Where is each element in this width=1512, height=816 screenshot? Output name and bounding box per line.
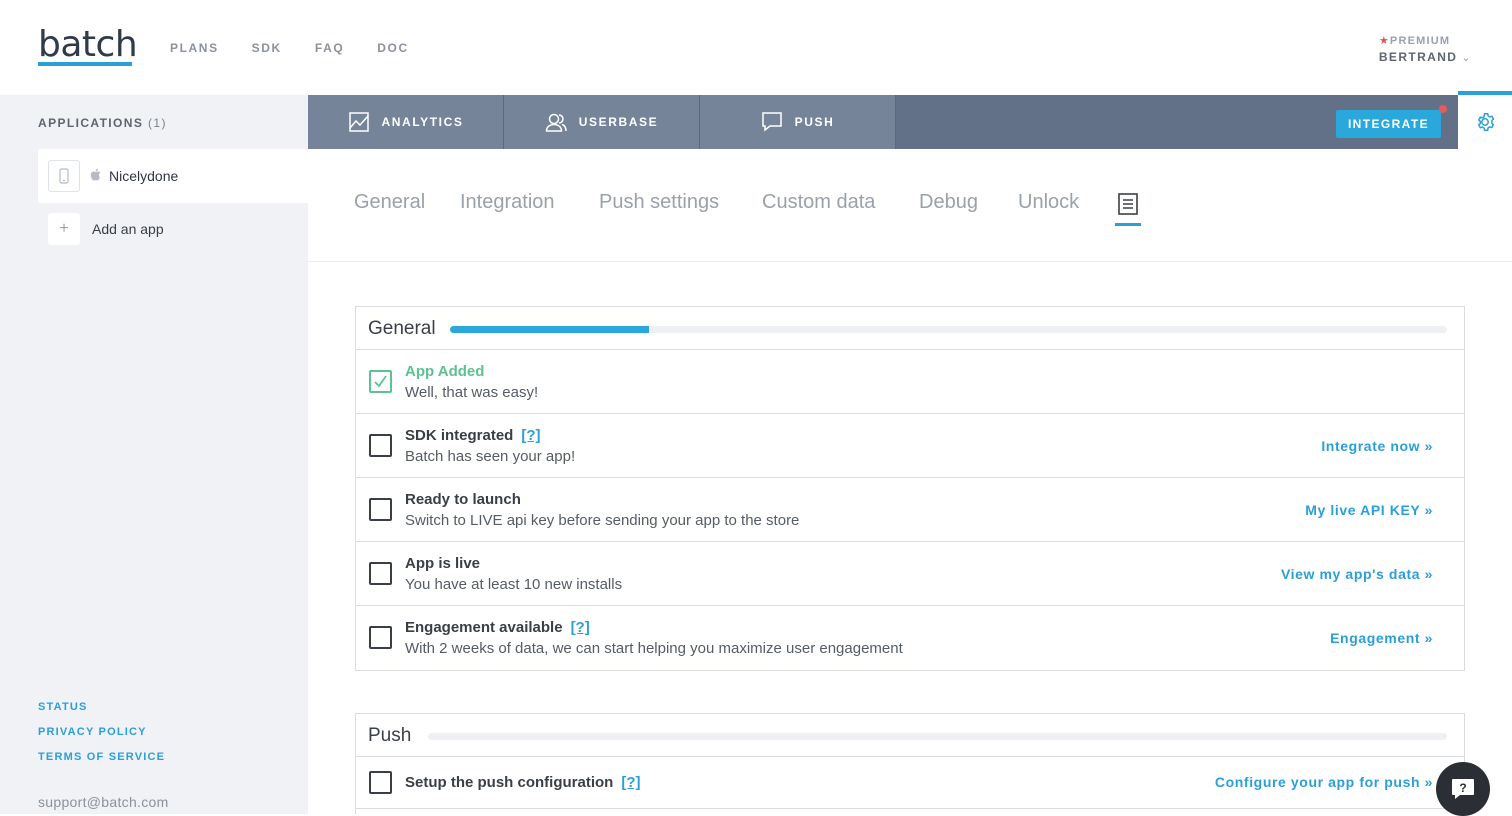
gear-icon xyxy=(1477,113,1495,131)
top-nav: PLANS SDK FAQ DOC xyxy=(170,41,409,55)
row-title: Engagement available xyxy=(405,619,563,636)
integrate-now-link[interactable]: Integrate now » xyxy=(1321,438,1433,454)
row-title: App is live xyxy=(405,555,481,572)
nav-faq[interactable]: FAQ xyxy=(315,41,344,55)
checkbox[interactable] xyxy=(369,562,392,585)
user-name: BERTRAND xyxy=(1378,50,1458,64)
help-chat-button[interactable]: ? xyxy=(1436,762,1490,816)
checklist-icon[interactable] xyxy=(1116,193,1140,215)
terms-of-service-link[interactable]: TERMS OF SERVICE xyxy=(38,751,165,763)
top-header: batch PLANS SDK FAQ DOC ★PREMIUM BERTRAN… xyxy=(0,0,1512,95)
nav-plans[interactable]: PLANS xyxy=(170,41,219,55)
svg-text:?: ? xyxy=(1459,781,1466,795)
row-description: You have at least 10 new installs xyxy=(405,576,623,593)
row-description: With 2 weeks of data, we can start helpi… xyxy=(405,640,903,657)
general-card-header: General xyxy=(356,307,1464,350)
list-item: App is live You have at least 10 new ins… xyxy=(356,542,1464,606)
engagement-link[interactable]: Engagement » xyxy=(1330,630,1433,646)
help-link[interactable]: [?] xyxy=(621,774,640,791)
apple-icon xyxy=(90,168,101,184)
plan-badge: PREMIUM xyxy=(1389,35,1451,47)
main-nav: ANALYTICS USERBASE PUSH INTEGRATE xyxy=(308,95,1458,149)
checkbox[interactable] xyxy=(369,434,392,457)
applications-count: (1) xyxy=(147,116,167,130)
tab-push[interactable]: PUSH xyxy=(700,95,896,149)
app-name: Nicelydone xyxy=(109,168,179,184)
tab-custom-data[interactable]: Custom data xyxy=(762,191,875,214)
privacy-policy-link[interactable]: PRIVACY POLICY xyxy=(38,726,165,738)
tab-unlock[interactable]: Unlock xyxy=(1018,191,1079,214)
help-link[interactable]: [?] xyxy=(521,427,540,444)
support-email[interactable]: support@batch.com xyxy=(38,794,169,810)
tab-debug[interactable]: Debug xyxy=(919,191,978,214)
tab-integration[interactable]: Integration xyxy=(460,191,555,214)
row-description: Batch has seen your app! xyxy=(405,448,576,465)
list-item: Ready to launch Switch to LIVE api key b… xyxy=(356,478,1464,542)
checkbox[interactable] xyxy=(369,498,392,521)
general-progress-bar xyxy=(450,326,1447,333)
push-progress-bar xyxy=(428,733,1447,740)
live-api-key-link[interactable]: My live API KEY » xyxy=(1305,502,1433,518)
push-card-header: Push xyxy=(356,714,1464,757)
configure-push-link[interactable]: Configure your app for push » xyxy=(1215,774,1433,790)
tab-general[interactable]: General xyxy=(354,191,425,214)
sidebar-footer-links: STATUS PRIVACY POLICY TERMS OF SERVICE xyxy=(38,701,165,776)
help-link[interactable]: [?] xyxy=(571,619,590,636)
settings-subtabs: General Integration Push settings Custom… xyxy=(308,149,1512,262)
users-icon xyxy=(545,113,567,132)
chevron-down-icon: ⌄ xyxy=(1461,52,1472,64)
active-tab-indicator xyxy=(1115,223,1141,226)
user-menu[interactable]: ★PREMIUM BERTRAND ⌄ xyxy=(1379,34,1472,64)
tab-userbase[interactable]: USERBASE xyxy=(504,95,700,149)
status-link[interactable]: STATUS xyxy=(38,701,165,713)
checkbox[interactable] xyxy=(369,771,392,794)
general-card: General App Added Well, that was easy! S… xyxy=(355,306,1465,671)
integrate-button[interactable]: INTEGRATE xyxy=(1335,110,1441,138)
push-card: Push Setup the push configuration [?] Con… xyxy=(355,713,1465,814)
general-card-title: General xyxy=(368,318,436,339)
checkbox[interactable] xyxy=(369,626,392,649)
row-title: Setup the push configuration xyxy=(405,774,614,791)
phone-icon xyxy=(48,160,80,192)
sidebar-item-app[interactable]: Nicelydone xyxy=(38,149,308,203)
batch-logo[interactable]: batch xyxy=(38,24,138,65)
row-title: Ready to launch xyxy=(405,491,521,508)
tab-push-settings[interactable]: Push settings xyxy=(599,191,719,214)
nav-doc[interactable]: DOC xyxy=(377,41,408,55)
list-item: SDK integrated [?] Batch has seen your ap… xyxy=(356,414,1464,478)
row-description: Well, that was easy! xyxy=(405,384,539,401)
logo-underline xyxy=(38,62,132,66)
general-progress-fill xyxy=(450,326,650,333)
add-app-label: Add an app xyxy=(92,221,164,237)
chart-icon xyxy=(348,112,369,132)
row-title: SDK integrated xyxy=(405,427,514,444)
tab-analytics[interactable]: ANALYTICS xyxy=(308,95,504,149)
add-app-button[interactable]: + Add an app xyxy=(38,213,164,245)
plus-icon: + xyxy=(48,213,80,245)
nav-sdk[interactable]: SDK xyxy=(252,41,282,55)
speech-bubble-icon xyxy=(761,112,782,132)
list-item: Setup the push configuration [?] Configur… xyxy=(356,757,1464,809)
question-bubble-icon: ? xyxy=(1452,779,1474,799)
star-icon: ★ xyxy=(1378,35,1390,47)
row-description: Switch to LIVE api key before sending yo… xyxy=(405,512,800,529)
push-card-title: Push xyxy=(368,725,412,746)
applications-heading: APPLICATIONS (1) xyxy=(38,116,167,130)
list-item: Engagement available [?] With 2 weeks of … xyxy=(356,606,1464,670)
row-title: App Added xyxy=(405,363,485,380)
notification-dot xyxy=(1439,105,1447,113)
check-icon xyxy=(374,375,387,388)
view-app-data-link[interactable]: View my app's data » xyxy=(1281,566,1433,582)
settings-button[interactable] xyxy=(1458,91,1512,149)
sidebar: APPLICATIONS (1) Nicelydone + Add an app… xyxy=(0,95,308,814)
list-item: App Added Well, that was easy! xyxy=(356,350,1464,414)
checkbox-checked[interactable] xyxy=(369,370,392,393)
